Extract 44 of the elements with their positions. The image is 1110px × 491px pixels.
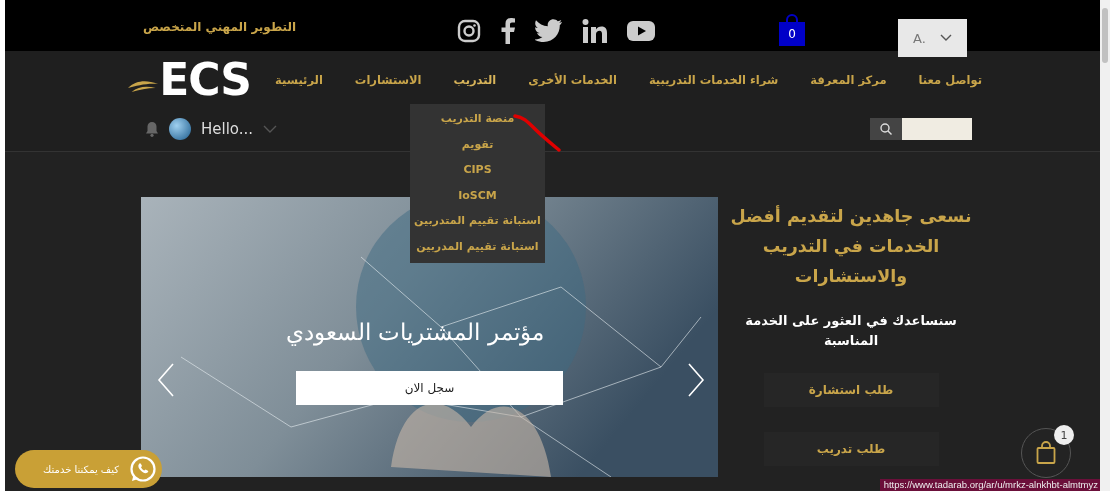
logo-text[interactable]: ECS xyxy=(159,58,252,102)
menu-item[interactable]: تقويم xyxy=(461,131,494,157)
bell-icon[interactable] xyxy=(145,121,159,137)
menu-item[interactable]: IoSCM xyxy=(458,182,497,208)
nav-link[interactable]: الرئيسية xyxy=(275,73,323,87)
search-field[interactable] xyxy=(902,118,972,140)
nav-link[interactable]: شراء الخدمات التدريبية xyxy=(648,73,779,87)
nav-link[interactable]: مركز المعرفة xyxy=(810,73,887,87)
user-greeting[interactable]: Hello... xyxy=(201,120,254,138)
search-icon xyxy=(880,123,892,135)
nav-link[interactable]: تواصل معنا xyxy=(918,73,982,87)
search-button[interactable] xyxy=(870,118,902,140)
annotation-stroke xyxy=(513,113,561,153)
avatar[interactable] xyxy=(169,118,191,140)
request-button[interactable]: طلب استشارة xyxy=(763,373,939,407)
bird-icon[interactable] xyxy=(535,19,563,43)
tagline: التطوير المهني المتخصص xyxy=(143,20,297,34)
chat-phone-icon xyxy=(129,455,157,483)
menu-item[interactable]: منصة التدريب xyxy=(440,106,515,132)
shopping-bag-icon xyxy=(1036,441,1056,465)
side-heading: نسعى جاهدين لتقديم أفضل الخدمات في التدريب والاستشارات xyxy=(729,204,973,289)
nav-link[interactable]: الخدمات الأخرى xyxy=(528,73,617,87)
menu-item[interactable]: استبانة تقييم المدربين xyxy=(416,233,539,259)
chevron-left-icon[interactable] xyxy=(157,363,175,397)
cart-count: 0 xyxy=(787,27,797,41)
hero-title: مؤتمر المشتريات السعودي xyxy=(286,319,544,345)
chevron-down-icon xyxy=(939,34,952,42)
cart-badge: 1 xyxy=(1054,425,1074,445)
language-dropdown[interactable]: A. xyxy=(898,19,967,57)
status-url: https://www.tadarab.org/ar/u/mrkz-alnkhbt-almtmyz xyxy=(879,479,1100,491)
side-subtitle: سنساعدك في العثور على الخدمة المناسبة xyxy=(744,312,958,350)
menu-item[interactable]: استبانة تقييم المتدربين xyxy=(414,208,541,234)
chevron-right-icon[interactable] xyxy=(687,363,705,397)
nav-link[interactable]: التدريب xyxy=(453,73,497,87)
scrollbar[interactable] xyxy=(1100,0,1110,491)
cart-button[interactable]: 1 xyxy=(1021,428,1071,478)
play-video-icon[interactable] xyxy=(627,21,655,41)
linkedin-icon[interactable] xyxy=(582,19,608,43)
instagram-icon[interactable] xyxy=(457,19,481,43)
menu-item[interactable]: CIPS xyxy=(463,157,492,183)
register-button[interactable]: سجل الان xyxy=(296,371,563,405)
facebook-icon[interactable] xyxy=(500,18,516,44)
request-button[interactable]: طلب تدريب xyxy=(763,432,939,466)
nav-link[interactable]: الاستشارات xyxy=(354,73,422,87)
